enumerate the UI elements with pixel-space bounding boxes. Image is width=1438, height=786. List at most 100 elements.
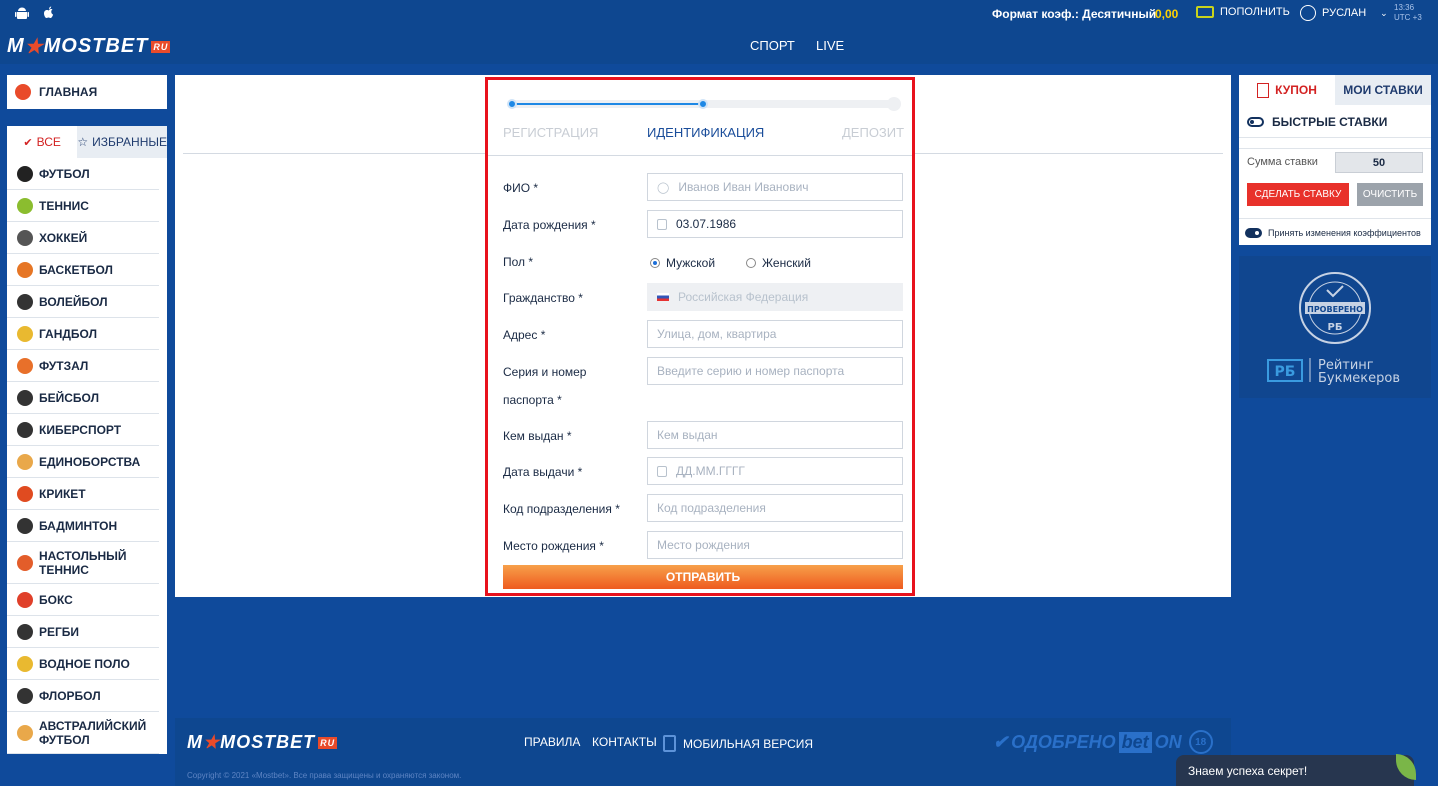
floorball-icon — [17, 687, 33, 704]
apple-icon[interactable] — [41, 5, 57, 21]
logo-suffix: RU — [151, 40, 171, 53]
tab-all[interactable]: ✔ ВСЕ — [7, 126, 78, 158]
clear-button[interactable]: ОЧИСТИТЬ — [1357, 183, 1423, 206]
svg-text:РБ: РБ — [1328, 322, 1343, 333]
place-bet-button[interactable]: СДЕЛАТЬ СТАВКУ — [1247, 183, 1349, 206]
issued-label: Кем выдан * — [503, 429, 572, 443]
issue-date-field[interactable]: ДД.ММ.ГГГГ — [647, 457, 903, 485]
sidebar-item-sport[interactable]: ФУТБОЛ — [7, 158, 159, 190]
issue-date-placeholder: ДД.ММ.ГГГГ — [676, 464, 745, 478]
footer-contacts-link[interactable]: КОНТАКТЫ — [592, 735, 657, 749]
tab-coupon[interactable]: КУПОН — [1239, 75, 1335, 105]
fast-bets-toggle[interactable]: БЫСТРЫЕ СТАВКИ — [1247, 115, 1387, 129]
deposit-button[interactable]: ПОПОЛНИТЬ — [1196, 6, 1290, 18]
address-field[interactable]: Улица, дом, квартира — [647, 320, 903, 348]
sidebar-item-sport[interactable]: БЕЙСБОЛ — [7, 382, 159, 414]
header: M ★ MOSTBET RU СПОРТ LIVE — [0, 28, 1438, 64]
sidebar-item-sport[interactable]: ТЕННИС — [7, 190, 159, 222]
sidebar-item-sport[interactable]: НАСТОЛЬНЫЙ ТЕННИС — [7, 542, 159, 584]
fio-field[interactable]: ◯ Иванов Иван Иванович — [647, 173, 903, 201]
division-code-field[interactable]: Код подразделения — [647, 494, 903, 522]
star-icon: ★ — [24, 36, 44, 58]
sidebar-item-sport[interactable]: КРИКЕТ — [7, 478, 159, 510]
passport-label-1: Серия и номер — [503, 365, 587, 379]
sidebar-item-sport[interactable]: БАДМИНТОН — [7, 510, 159, 542]
sport-label: БАСКЕТБОЛ — [39, 262, 113, 277]
sidebar-item-sport[interactable]: ФУТЗАЛ — [7, 350, 159, 382]
nav-live[interactable]: LIVE — [816, 38, 844, 53]
tab-my-bets[interactable]: МОИ СТАВКИ — [1335, 75, 1431, 105]
footer-rules-link[interactable]: ПРАВИЛА — [524, 735, 580, 749]
star-outline-icon: ☆ — [77, 135, 89, 149]
rating-banner[interactable]: ПРОВЕРЕНО РБ РБ Рейтинг Букмекеров — [1239, 256, 1431, 398]
mostbet-logo[interactable]: M ★ MOSTBET RU — [7, 34, 171, 59]
step-deposit[interactable]: ДЕПОЗИТ — [842, 125, 904, 140]
birthplace-field[interactable]: Место рождения — [647, 531, 903, 559]
sidebar-item-home[interactable]: ГЛАВНАЯ — [7, 75, 167, 109]
birthplace-placeholder: Место рождения — [657, 538, 750, 552]
mobile-label: МОБИЛЬНАЯ ВЕРСИЯ — [683, 736, 814, 751]
step-registration[interactable]: РЕГИСТРАЦИЯ — [503, 125, 598, 140]
sidebar-item-sport[interactable]: БОКС — [7, 584, 159, 616]
user-menu[interactable]: РУСЛАН ⌄ — [1300, 5, 1388, 21]
cricket-icon — [17, 485, 33, 502]
hockey-puck-icon — [17, 229, 33, 246]
sidebar-item-sport[interactable]: ХОККЕЙ — [7, 222, 159, 254]
svg-text:РБ: РБ — [1275, 364, 1296, 380]
chevron-down-icon: ✔ — [23, 136, 33, 149]
sidebar-item-sport[interactable]: АВСТРАЛИЙСКИЙ ФУТБОЛ — [7, 712, 159, 754]
birth-date-field[interactable]: 03.07.1986 — [647, 210, 903, 238]
sport-label: НАСТОЛЬНЫЙ ТЕННИС — [39, 548, 127, 577]
sidebar-item-sport[interactable]: ВОДНОЕ ПОЛО — [7, 648, 159, 680]
bookmaker-rating-seal-icon: ПРОВЕРЕНО РБ РБ Рейтинг Букмекеров — [1267, 272, 1400, 386]
step-dot-registration — [507, 99, 517, 109]
submit-button[interactable]: ОТПРАВИТЬ — [503, 565, 903, 589]
football-icon — [17, 165, 33, 182]
birth-value: 03.07.1986 — [676, 217, 737, 231]
sport-label: БАДМИНТОН — [39, 518, 118, 533]
step-identification[interactable]: ИДЕНТИФИКАЦИЯ — [647, 125, 764, 140]
footer-logo-text: MOSTBET — [220, 732, 316, 752]
sidebar-item-sport[interactable]: ГАНДБОЛ — [7, 318, 159, 350]
gender-male-radio[interactable]: Мужской — [650, 256, 715, 270]
odds-format[interactable]: Формат коэф.: Десятичный — [992, 7, 1156, 21]
passport-field[interactable]: Введите серию и номер паспорта — [647, 357, 903, 385]
sidebar-item-sport[interactable]: БАСКЕТБОЛ — [7, 254, 159, 286]
tab-favorites[interactable]: ☆ ИЗБРАННЫЕ — [77, 126, 167, 158]
step-dot-deposit — [887, 97, 901, 111]
footer-logo[interactable]: M ★ MOSTBET RU — [187, 732, 338, 753]
gender-female-radio[interactable]: Женский — [746, 256, 811, 270]
coupon-divider — [1239, 137, 1431, 138]
sidebar-item-sport[interactable]: РЕГБИ — [7, 616, 159, 648]
sidebar-item-sport[interactable]: ЕДИНОБОРСТВА — [7, 446, 159, 478]
android-icon[interactable] — [14, 5, 30, 21]
footer: M ★ MOSTBET RU ПРАВИЛА КОНТАКТЫ МОБИЛЬНАЯ В… — [175, 718, 1231, 786]
sidebar-item-sport[interactable]: ВОЛЕЙБОЛ — [7, 286, 159, 318]
citizenship-label: Гражданство * — [503, 291, 583, 305]
sports-list: ФУТБОЛ ТЕННИС ХОККЕЙ БАСКЕТБОЛ ВОЛЕЙБОЛ ГАНДБ… — [7, 158, 167, 754]
issued-field[interactable]: Кем выдан — [647, 421, 903, 449]
ticket-icon — [1257, 82, 1270, 98]
nav-sport[interactable]: СПОРТ — [750, 38, 795, 53]
coupon-divider — [1239, 218, 1431, 219]
home-label: ГЛАВНАЯ — [39, 85, 98, 99]
chat-widget[interactable]: Знаем успеха секрет! — [1176, 755, 1414, 786]
coupon-panel: КУПОН МОИ СТАВКИ БЫСТРЫЕ СТАВКИ Сумма ст… — [1239, 75, 1431, 245]
stake-input[interactable]: 50 — [1335, 152, 1423, 173]
betonline-approved-badge: ✔ ОДОБРЕНО bet ON 18 — [993, 730, 1213, 754]
radio-unchecked-icon — [746, 258, 756, 268]
citizenship-value: Российская Федерация — [678, 290, 809, 304]
tab-fav-label: ИЗБРАННЫЕ — [92, 135, 167, 149]
fast-bets-label: БЫСТРЫЕ СТАВКИ — [1272, 115, 1388, 129]
accept-odds-toggle[interactable]: Принять изменения коэффициентов — [1245, 228, 1421, 238]
division-label: Код подразделения * — [503, 502, 620, 516]
cash-icon — [1196, 6, 1214, 18]
form-divider — [488, 155, 912, 156]
volleyball-icon — [17, 293, 33, 310]
sidebar-item-sport[interactable]: ФЛОРБОЛ — [7, 680, 159, 712]
calendar-icon — [657, 218, 667, 230]
sport-label: БОКС — [39, 592, 73, 607]
sidebar-item-sport[interactable]: КИБЕРСПОРТ — [7, 414, 159, 446]
footer-mobile-link[interactable]: МОБИЛЬНАЯ ВЕРСИЯ — [663, 735, 813, 752]
progress-fill — [511, 103, 704, 105]
